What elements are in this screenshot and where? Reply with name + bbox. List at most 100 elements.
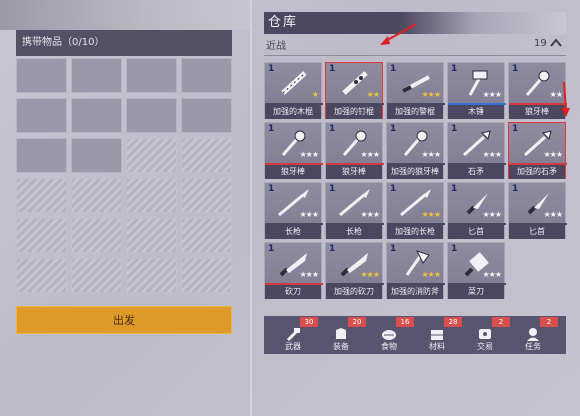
- locked-carry-slot: [16, 178, 67, 213]
- item-count: 1: [451, 244, 458, 254]
- warehouse-item[interactable]: 1 ★★★ 长枪: [264, 182, 323, 239]
- item-count: 1: [268, 244, 275, 254]
- warehouse-title: 仓库: [268, 15, 299, 30]
- carry-slot[interactable]: [71, 58, 122, 93]
- warehouse-item[interactable]: 1 ★★★ 加强的石矛: [508, 122, 567, 179]
- warehouse-item[interactable]: 1 ★★ 加强的钉棍: [325, 62, 384, 119]
- tab-weapon[interactable]: 30 武器: [278, 316, 322, 354]
- locked-carry-slot: [16, 258, 67, 293]
- item-name: 加强的狼牙棒: [387, 165, 443, 179]
- locked-carry-slot: [126, 218, 177, 253]
- depart-button[interactable]: 出发: [16, 306, 232, 334]
- tab-trade[interactable]: 2 交易: [470, 316, 514, 354]
- warehouse-item[interactable]: 1 ★★★ 加强的砍刀: [325, 242, 384, 299]
- item-count: 1: [329, 64, 336, 74]
- tab-food[interactable]: 16 食物: [374, 316, 418, 354]
- item-count: 1: [329, 244, 336, 254]
- carry-slot[interactable]: [71, 138, 122, 173]
- warehouse-item[interactable]: 1 ★ 加强的木棍: [264, 62, 323, 119]
- item-stars: ★★★: [299, 270, 318, 279]
- background-art: [0, 0, 250, 30]
- category-label[interactable]: 近战: [266, 37, 286, 52]
- carry-slot[interactable]: [16, 58, 67, 93]
- carry-title: 携带物品（0/10）: [16, 30, 232, 56]
- warehouse-item[interactable]: 1 ★★★ 菜刀: [447, 242, 506, 299]
- tab-badge: 16: [396, 317, 414, 327]
- warehouse-item[interactable]: 1 ★★★ 加强的长枪: [386, 182, 445, 239]
- tab-label: 任务: [525, 342, 541, 351]
- annotation-arrow-icon: [380, 23, 417, 45]
- tab-label: 武器: [285, 342, 301, 351]
- item-name: 匕首: [509, 225, 565, 239]
- tab-label: 装备: [333, 342, 349, 351]
- item-grid: 1 ★ 加强的木棍 1 ★★ 加强的钉棍 1 ★★★ 加强的警棍 1 ★★★ 木锤 1 ★★ 狼牙棒 1 ★★★…: [264, 62, 570, 316]
- item-name: 加强的木棍: [265, 105, 321, 119]
- item-count: 1: [329, 124, 336, 134]
- tab-badge: 28: [444, 317, 462, 327]
- item-name: 加强的钉棍: [326, 105, 382, 119]
- material-icon: [431, 330, 443, 340]
- locked-carry-slot: [16, 218, 67, 253]
- tab-badge: 2: [540, 317, 558, 327]
- item-name: 加强的长枪: [387, 225, 443, 239]
- warehouse-item[interactable]: 1 ★★★ 加强的警棍: [386, 62, 445, 119]
- locked-carry-slot: [71, 258, 122, 293]
- carry-grid: [16, 58, 232, 298]
- tab-material[interactable]: 28 材料: [422, 316, 466, 354]
- item-name: 狼牙棒: [509, 105, 565, 119]
- item-stars: ★★★: [482, 90, 501, 99]
- locked-carry-slot: [126, 138, 177, 173]
- item-name: 加强的砍刀: [326, 285, 382, 299]
- tab-armor[interactable]: 20 装备: [326, 316, 370, 354]
- armor-icon: [336, 328, 346, 339]
- chevron-up-icon[interactable]: [549, 36, 563, 50]
- item-count: 1: [451, 64, 458, 74]
- carry-panel: 携带物品（0/10）: [16, 30, 232, 300]
- carry-slot[interactable]: [126, 58, 177, 93]
- panel-divider: [250, 0, 252, 416]
- food-icon: [382, 330, 396, 340]
- club-icon: [281, 71, 307, 95]
- item-stars: ★★: [366, 90, 380, 99]
- warehouse-item[interactable]: 1 ★★★ 加强的消防斧: [386, 242, 445, 299]
- item-count: 1: [268, 124, 275, 134]
- item-stars: ★★★: [299, 150, 318, 159]
- item-name: 木锤: [448, 105, 504, 119]
- item-count: 1: [512, 64, 519, 74]
- item-stars: ★★★: [421, 210, 440, 219]
- warehouse-item[interactable]: 1 ★★★ 石矛: [447, 122, 506, 179]
- warehouse-item[interactable]: 1 ★★★ 木锤: [447, 62, 506, 119]
- item-name: 加强的消防斧: [387, 285, 443, 299]
- carry-slot[interactable]: [181, 58, 232, 93]
- tab-label: 食物: [381, 342, 397, 351]
- item-stars: ★★★: [543, 150, 562, 159]
- warehouse-item[interactable]: 1 ★★★ 长枪: [325, 182, 384, 239]
- carry-slot[interactable]: [16, 138, 67, 173]
- annotation-arrow-icon: [561, 81, 570, 117]
- tab-badge: 30: [300, 317, 318, 327]
- warehouse-item[interactable]: 1 ★★★ 匕首: [508, 182, 567, 239]
- item-name: 加强的警棍: [387, 105, 443, 119]
- category-count: 19: [534, 38, 547, 49]
- warehouse-item[interactable]: 1 ★★★ 砍刀: [264, 242, 323, 299]
- trade-icon: [479, 329, 491, 339]
- warehouse-item[interactable]: 1 ★★★ 狼牙棒: [325, 122, 384, 179]
- carry-slot[interactable]: [181, 98, 232, 133]
- tab-badge: 2: [492, 317, 510, 327]
- item-name: 石矛: [448, 165, 504, 179]
- warehouse-item[interactable]: 1 ★★★ 匕首: [447, 182, 506, 239]
- item-stars: ★★★: [421, 150, 440, 159]
- tab-quest[interactable]: 2 任务: [518, 316, 562, 354]
- quest-icon: [527, 328, 539, 341]
- item-count: 1: [512, 124, 519, 134]
- item-name: 砍刀: [265, 285, 321, 299]
- item-name: 长枪: [265, 225, 321, 239]
- carry-slot[interactable]: [126, 98, 177, 133]
- locked-carry-slot: [126, 178, 177, 213]
- item-count: 1: [451, 184, 458, 194]
- carry-slot[interactable]: [71, 98, 122, 133]
- warehouse-item[interactable]: 1 ★★★ 加强的狼牙棒: [386, 122, 445, 179]
- warehouse-item[interactable]: 1 ★★★ 狼牙棒: [264, 122, 323, 179]
- carry-slot[interactable]: [16, 98, 67, 133]
- item-stars: ★★★: [482, 150, 501, 159]
